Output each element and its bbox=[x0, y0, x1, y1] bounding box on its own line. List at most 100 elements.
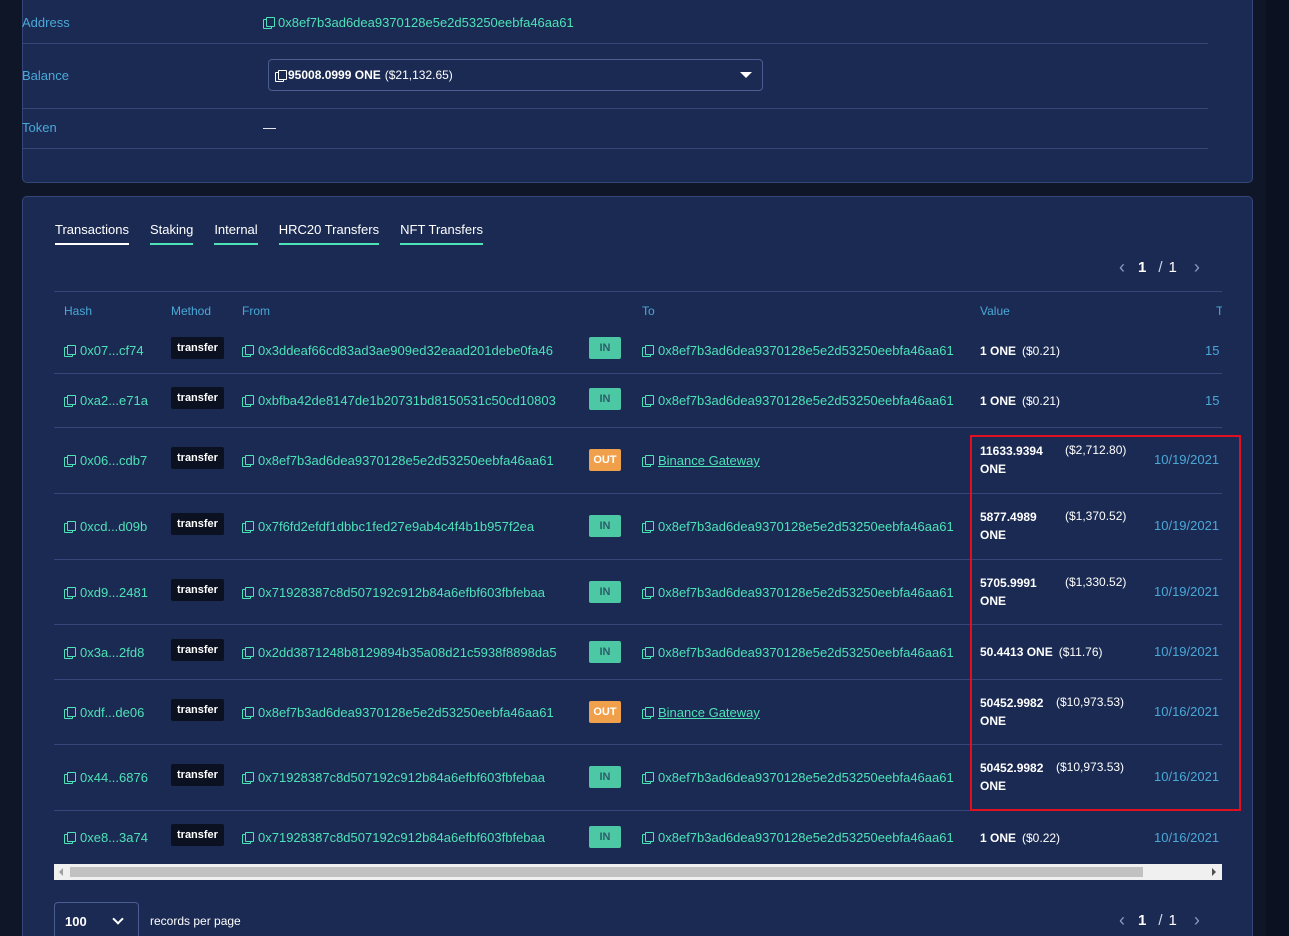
chevron-right-icon[interactable]: › bbox=[1185, 257, 1209, 278]
copy-icon[interactable] bbox=[242, 707, 254, 719]
copy-icon[interactable] bbox=[64, 395, 76, 407]
copy-icon[interactable] bbox=[242, 832, 254, 844]
copy-icon[interactable] bbox=[64, 521, 76, 533]
from-link[interactable]: 0x8ef7b3ad6dea9370128e5e2d53250eebfa46aa… bbox=[258, 705, 554, 720]
to-link[interactable]: 0x8ef7b3ad6dea9370128e5e2d53250eebfa46aa… bbox=[658, 830, 954, 845]
from-link[interactable]: 0x3ddeaf66cd83ad3ae909ed32eaad201debe0fa… bbox=[258, 343, 553, 358]
copy-icon[interactable] bbox=[263, 17, 275, 29]
hash-cell[interactable]: 0xd9...2481 bbox=[64, 585, 148, 600]
copy-icon[interactable] bbox=[642, 647, 654, 659]
scroll-left-icon[interactable] bbox=[59, 868, 63, 876]
to-link[interactable]: 0x8ef7b3ad6dea9370128e5e2d53250eebfa46aa… bbox=[658, 343, 954, 358]
from-cell[interactable]: 0x8ef7b3ad6dea9370128e5e2d53250eebfa46aa… bbox=[242, 453, 554, 468]
from-cell[interactable]: 0x8ef7b3ad6dea9370128e5e2d53250eebfa46aa… bbox=[242, 705, 554, 720]
hash-cell[interactable]: 0xe8...3a74 bbox=[64, 830, 148, 845]
to-cell[interactable]: Binance Gateway bbox=[642, 453, 760, 468]
copy-icon[interactable] bbox=[242, 772, 254, 784]
from-link[interactable]: 0x71928387c8d507192c912b84a6efbf603fbfeb… bbox=[258, 830, 545, 845]
to-link[interactable]: 0x8ef7b3ad6dea9370128e5e2d53250eebfa46aa… bbox=[658, 585, 954, 600]
hash-cell[interactable]: 0x3a...2fd8 bbox=[64, 645, 144, 660]
copy-icon[interactable] bbox=[642, 345, 654, 357]
from-link[interactable]: 0x7f6fd2efdf1dbbc1fed27e9ab4c4f4b1b957f2… bbox=[258, 519, 534, 534]
copy-icon[interactable] bbox=[242, 345, 254, 357]
table-row[interactable]: 0x44...6876 transfer 0x71928387c8d507192… bbox=[54, 745, 1222, 811]
hash-link[interactable]: 0xdf...de06 bbox=[80, 705, 144, 720]
from-link[interactable]: 0x8ef7b3ad6dea9370128e5e2d53250eebfa46aa… bbox=[258, 453, 554, 468]
hash-cell[interactable]: 0x07...cf74 bbox=[64, 343, 144, 358]
to-cell[interactable]: 0x8ef7b3ad6dea9370128e5e2d53250eebfa46aa… bbox=[642, 585, 954, 600]
hash-link[interactable]: 0x06...cdb7 bbox=[80, 453, 147, 468]
hash-cell[interactable]: 0x44...6876 bbox=[64, 770, 148, 785]
to-cell[interactable]: 0x8ef7b3ad6dea9370128e5e2d53250eebfa46aa… bbox=[642, 343, 954, 358]
copy-icon[interactable] bbox=[642, 455, 654, 467]
copy-icon[interactable] bbox=[64, 647, 76, 659]
from-link[interactable]: 0x71928387c8d507192c912b84a6efbf603fbfeb… bbox=[258, 585, 545, 600]
from-cell[interactable]: 0xbfba42de8147de1b20731bd8150531c50cd108… bbox=[242, 393, 556, 408]
table-row[interactable]: 0x07...cf74 transfer 0x3ddeaf66cd83ad3ae… bbox=[54, 328, 1222, 374]
copy-icon[interactable] bbox=[64, 345, 76, 357]
table-row[interactable]: 0xdf...de06 transfer 0x8ef7b3ad6dea93701… bbox=[54, 680, 1222, 745]
to-cell[interactable]: 0x8ef7b3ad6dea9370128e5e2d53250eebfa46aa… bbox=[642, 393, 954, 408]
copy-icon[interactable] bbox=[64, 707, 76, 719]
transactions-table[interactable]: Hash Method From To Value T 0x07...cf74 … bbox=[54, 291, 1222, 864]
copy-icon[interactable] bbox=[242, 587, 254, 599]
chevron-right-icon[interactable]: › bbox=[1185, 910, 1209, 931]
table-row[interactable]: 0xe8...3a74 transfer 0x71928387c8d507192… bbox=[54, 811, 1222, 864]
tab-internal[interactable]: Internal bbox=[214, 222, 258, 245]
copy-icon[interactable] bbox=[64, 587, 76, 599]
horizontal-scrollbar[interactable] bbox=[54, 864, 1222, 880]
hash-link[interactable]: 0x07...cf74 bbox=[80, 343, 144, 358]
tab-staking[interactable]: Staking bbox=[149, 222, 194, 245]
tab-nft-transfers[interactable]: NFT Transfers bbox=[400, 222, 483, 245]
to-link[interactable]: 0x8ef7b3ad6dea9370128e5e2d53250eebfa46aa… bbox=[658, 519, 954, 534]
hash-cell[interactable]: 0xcd...d09b bbox=[64, 519, 147, 534]
to-cell[interactable]: 0x8ef7b3ad6dea9370128e5e2d53250eebfa46aa… bbox=[642, 770, 954, 785]
to-cell[interactable]: 0x8ef7b3ad6dea9370128e5e2d53250eebfa46aa… bbox=[642, 830, 954, 845]
to-link[interactable]: 0x8ef7b3ad6dea9370128e5e2d53250eebfa46aa… bbox=[658, 645, 954, 660]
copy-icon[interactable] bbox=[64, 832, 76, 844]
from-cell[interactable]: 0x3ddeaf66cd83ad3ae909ed32eaad201debe0fa… bbox=[242, 343, 553, 358]
to-link[interactable]: Binance Gateway bbox=[658, 453, 760, 468]
copy-icon[interactable] bbox=[242, 395, 254, 407]
hash-cell[interactable]: 0xa2...e71a bbox=[64, 393, 148, 408]
hash-link[interactable]: 0xe8...3a74 bbox=[80, 830, 148, 845]
address-value[interactable]: 0x8ef7b3ad6dea9370128e5e2d53250eebfa46aa… bbox=[263, 15, 574, 30]
hash-link[interactable]: 0xa2...e71a bbox=[80, 393, 148, 408]
to-cell[interactable]: 0x8ef7b3ad6dea9370128e5e2d53250eebfa46aa… bbox=[642, 519, 954, 534]
balance-dropdown[interactable]: 95008.0999 ONE ($21,132.65) bbox=[268, 59, 763, 91]
tab-hrc20-transfers[interactable]: HRC20 Transfers bbox=[278, 222, 380, 245]
copy-icon[interactable] bbox=[275, 69, 287, 82]
hash-cell[interactable]: 0xdf...de06 bbox=[64, 705, 144, 720]
chevron-left-icon[interactable]: ‹ bbox=[1110, 910, 1134, 931]
from-link[interactable]: 0x71928387c8d507192c912b84a6efbf603fbfeb… bbox=[258, 770, 545, 785]
copy-icon[interactable] bbox=[242, 521, 254, 533]
table-row[interactable]: 0xcd...d09b transfer 0x7f6fd2efdf1dbbc1f… bbox=[54, 494, 1222, 560]
hash-cell[interactable]: 0x06...cdb7 bbox=[64, 453, 147, 468]
copy-icon[interactable] bbox=[242, 647, 254, 659]
copy-icon[interactable] bbox=[642, 395, 654, 407]
hash-link[interactable]: 0x44...6876 bbox=[80, 770, 148, 785]
copy-icon[interactable] bbox=[642, 521, 654, 533]
from-cell[interactable]: 0x71928387c8d507192c912b84a6efbf603fbfeb… bbox=[242, 770, 545, 785]
from-link[interactable]: 0xbfba42de8147de1b20731bd8150531c50cd108… bbox=[258, 393, 556, 408]
copy-icon[interactable] bbox=[64, 455, 76, 467]
table-row[interactable]: 0x3a...2fd8 transfer 0x2dd3871248b812989… bbox=[54, 625, 1222, 680]
from-cell[interactable]: 0x2dd3871248b8129894b35a08d21c5938f8898d… bbox=[242, 645, 557, 660]
table-row[interactable]: 0xa2...e71a transfer 0xbfba42de8147de1b2… bbox=[54, 374, 1222, 428]
from-cell[interactable]: 0x71928387c8d507192c912b84a6efbf603fbfeb… bbox=[242, 830, 545, 845]
copy-icon[interactable] bbox=[242, 455, 254, 467]
to-link[interactable]: 0x8ef7b3ad6dea9370128e5e2d53250eebfa46aa… bbox=[658, 770, 954, 785]
copy-icon[interactable] bbox=[64, 772, 76, 784]
copy-icon[interactable] bbox=[642, 772, 654, 784]
hash-link[interactable]: 0xd9...2481 bbox=[80, 585, 148, 600]
scrollbar-thumb[interactable] bbox=[70, 867, 1143, 877]
to-link[interactable]: Binance Gateway bbox=[658, 705, 760, 720]
copy-icon[interactable] bbox=[642, 832, 654, 844]
scroll-right-icon[interactable] bbox=[1212, 868, 1216, 876]
from-cell[interactable]: 0x7f6fd2efdf1dbbc1fed27e9ab4c4f4b1b957f2… bbox=[242, 519, 534, 534]
tab-transactions[interactable]: Transactions bbox=[55, 222, 129, 245]
table-row[interactable]: 0xd9...2481 transfer 0x71928387c8d507192… bbox=[54, 560, 1222, 625]
copy-icon[interactable] bbox=[642, 707, 654, 719]
from-cell[interactable]: 0x71928387c8d507192c912b84a6efbf603fbfeb… bbox=[242, 585, 545, 600]
copy-icon[interactable] bbox=[642, 587, 654, 599]
